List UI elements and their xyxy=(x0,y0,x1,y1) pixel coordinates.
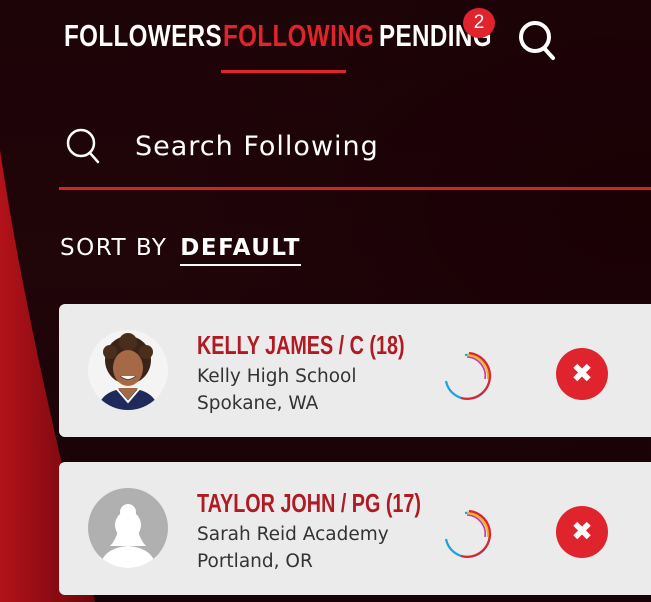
spinner-icon xyxy=(444,351,492,400)
sort-control: SORT BY DEFAULT xyxy=(60,235,301,266)
unfollow-button[interactable]: ✖ xyxy=(556,348,608,400)
search-input[interactable] xyxy=(135,126,635,166)
unfollow-button[interactable]: ✖ xyxy=(556,506,608,558)
search-bar xyxy=(59,118,651,190)
active-tab-indicator xyxy=(221,70,346,73)
avatar xyxy=(88,330,168,410)
close-icon: ✖ xyxy=(571,517,593,547)
sort-value-dropdown[interactable]: DEFAULT xyxy=(180,235,301,266)
following-card[interactable]: TAYLOR JOHN / PG (17) Sarah Reid Academy… xyxy=(59,462,651,595)
player-location: Spokane, WA xyxy=(197,393,319,414)
player-school: Sarah Reid Academy xyxy=(197,524,389,545)
player-name[interactable]: TAYLOR JOHN / PG (17) xyxy=(197,488,421,519)
sort-label: SORT BY xyxy=(60,235,168,261)
player-school: Kelly High School xyxy=(197,366,357,387)
player-location: Portland, OR xyxy=(197,551,313,572)
close-icon: ✖ xyxy=(571,359,593,389)
player-name[interactable]: KELLY JAMES / C (18) xyxy=(197,330,405,361)
pending-count-badge: 2 xyxy=(463,8,495,38)
search-icon xyxy=(66,128,100,164)
spinner-icon xyxy=(444,509,492,558)
following-card[interactable]: KELLY JAMES / C (18) Kelly High School S… xyxy=(59,304,651,437)
tab-followers[interactable]: FOLLOWERS xyxy=(64,18,222,54)
avatar-placeholder xyxy=(88,488,168,568)
tab-following[interactable]: FOLLOWING xyxy=(223,18,374,54)
search-icon[interactable] xyxy=(517,19,557,61)
search-underline xyxy=(59,187,651,190)
